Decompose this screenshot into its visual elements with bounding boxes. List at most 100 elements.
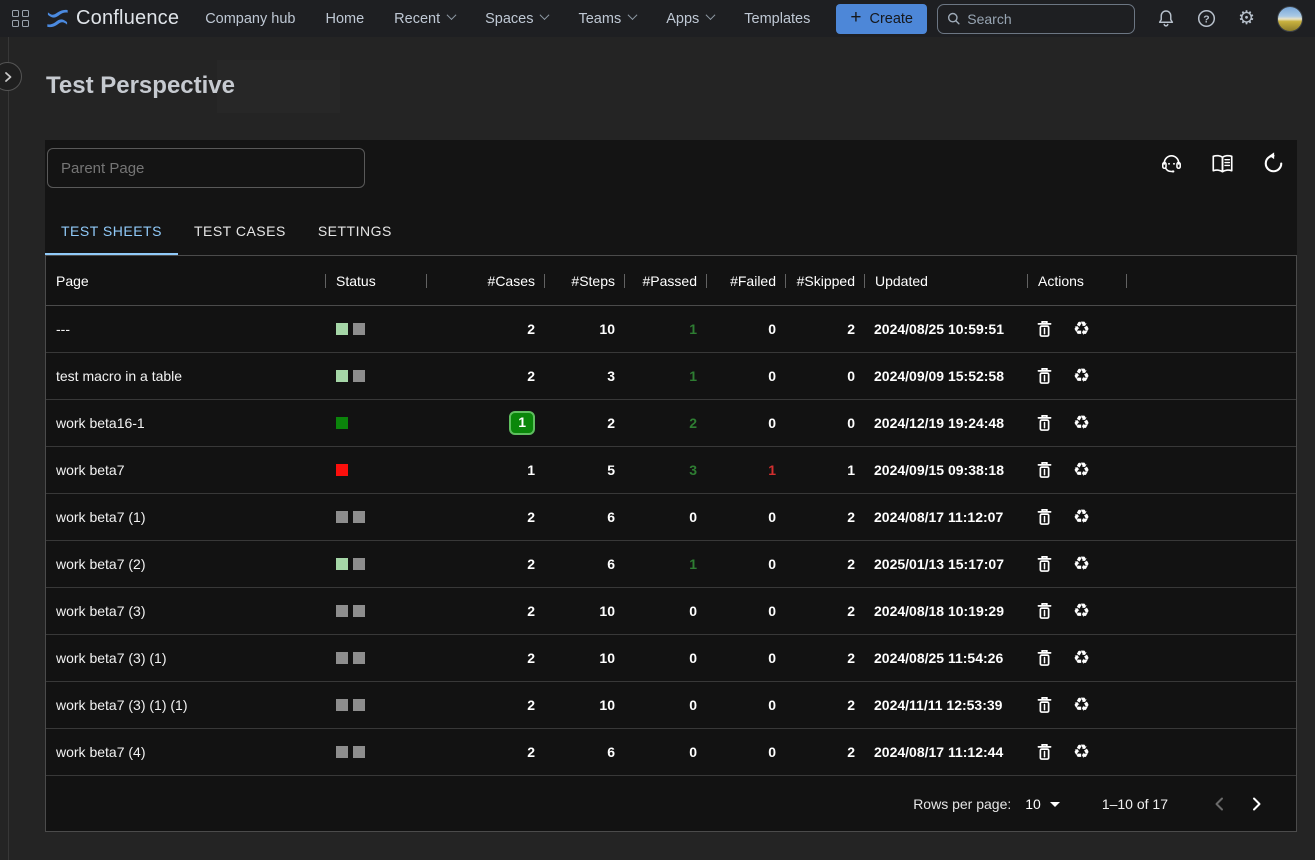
column-header-steps[interactable]: #Steps (545, 273, 625, 289)
previous-page-button[interactable] (1202, 786, 1238, 822)
table-row[interactable]: work beta7 (3) (1)2100022024/08/25 11:54… (46, 635, 1296, 682)
delete-button[interactable] (1035, 694, 1054, 716)
nav-menu: Company hub Home Recent Spaces Teams App… (205, 11, 810, 27)
status-square-lightgreen-icon (336, 370, 348, 382)
recycle-button[interactable]: ♻ (1071, 600, 1092, 623)
recycle-button[interactable]: ♻ (1071, 459, 1092, 482)
table-row[interactable]: work beta7 (3)2100022024/08/18 10:19:29♻ (46, 588, 1296, 635)
passed-cell: 3 (625, 462, 707, 478)
skipped-cell: 2 (786, 744, 865, 760)
updated-cell: 2024/08/17 11:12:44 (865, 744, 1028, 760)
create-button[interactable]: + Create (836, 4, 927, 34)
column-header-skipped[interactable]: #Skipped (786, 273, 865, 289)
recycle-button[interactable]: ♻ (1071, 412, 1092, 435)
help-icon[interactable]: ? (1197, 9, 1216, 28)
recycle-button[interactable]: ♻ (1071, 741, 1092, 764)
sidebar-expand-button[interactable] (0, 62, 22, 91)
recycle-button[interactable]: ♻ (1071, 647, 1092, 670)
nav-item-spaces[interactable]: Spaces (485, 11, 548, 27)
notifications-bell-icon[interactable] (1157, 9, 1175, 28)
delete-button[interactable] (1035, 553, 1054, 575)
updated-cell: 2024/11/11 12:53:39 (865, 697, 1028, 713)
cases-cell: 2 (427, 697, 545, 713)
delete-button[interactable] (1035, 741, 1054, 763)
next-page-button[interactable] (1238, 786, 1274, 822)
delete-button[interactable] (1035, 459, 1054, 481)
recycle-button[interactable]: ♻ (1071, 318, 1092, 341)
delete-button[interactable] (1035, 318, 1054, 340)
search-box[interactable] (937, 4, 1135, 34)
recycle-button[interactable]: ♻ (1071, 553, 1092, 576)
nav-item-home[interactable]: Home (325, 11, 364, 27)
column-header-cases[interactable]: #Cases (427, 273, 545, 289)
actions-cell: ♻ (1028, 318, 1127, 341)
delete-trash-icon (1037, 696, 1052, 714)
settings-gear-icon[interactable]: ⚙ (1238, 9, 1255, 28)
skipped-cell: 2 (786, 603, 865, 619)
delete-trash-icon (1037, 649, 1052, 667)
tab-settings[interactable]: SETTINGS (302, 207, 408, 255)
status-cell (326, 370, 427, 382)
logo-text: Confluence (76, 7, 179, 30)
failed-cell: 1 (707, 462, 786, 478)
status-square-gray-icon (353, 605, 365, 617)
panel-toolbar-icons (1160, 152, 1285, 175)
nav-item-templates[interactable]: Templates (744, 11, 810, 27)
svg-text:?: ? (1203, 14, 1209, 25)
column-header-failed[interactable]: #Failed (707, 273, 786, 289)
rows-per-page-label: Rows per page: (913, 796, 1011, 812)
rows-per-page-select[interactable]: 10 (1025, 796, 1060, 812)
delete-button[interactable] (1035, 412, 1054, 434)
skipped-cell: 1 (786, 462, 865, 478)
status-square-gray-icon (336, 652, 348, 664)
delete-button[interactable] (1035, 600, 1054, 622)
status-cell (326, 605, 427, 617)
table-row[interactable]: work beta7 (4)260022024/08/17 11:12:44♻ (46, 729, 1296, 776)
documentation-book-icon[interactable] (1210, 153, 1235, 175)
user-avatar[interactable] (1277, 6, 1303, 32)
table-row[interactable]: work beta16-1122002024/12/19 19:24:48♻ (46, 400, 1296, 447)
recycle-button[interactable]: ♻ (1071, 694, 1092, 717)
skipped-cell: 2 (786, 556, 865, 572)
failed-cell: 0 (707, 603, 786, 619)
table-row[interactable]: work beta7153112024/09/15 09:38:18♻ (46, 447, 1296, 494)
support-agent-icon[interactable] (1160, 152, 1183, 175)
column-header-updated[interactable]: Updated (865, 273, 1028, 289)
app-switcher-icon[interactable] (12, 10, 30, 28)
recycle-button[interactable]: ♻ (1071, 506, 1092, 529)
column-header-actions[interactable]: Actions (1028, 273, 1127, 289)
delete-button[interactable] (1035, 506, 1054, 528)
page-name-cell: work beta7 (4) (46, 744, 326, 760)
passed-cell: 0 (625, 509, 707, 525)
passed-cell: 0 (625, 603, 707, 619)
confluence-logo[interactable]: Confluence (46, 7, 179, 30)
table-row[interactable]: work beta7 (2)261022025/01/13 15:17:07♻ (46, 541, 1296, 588)
passed-cell: 0 (625, 744, 707, 760)
delete-button[interactable] (1035, 647, 1054, 669)
nav-item-teams[interactable]: Teams (578, 11, 636, 27)
refresh-icon[interactable] (1262, 152, 1285, 175)
recycle-button[interactable]: ♻ (1071, 365, 1092, 388)
delete-trash-icon (1037, 414, 1052, 432)
tab-test-sheets[interactable]: TEST SHEETS (45, 207, 178, 255)
nav-item-company-hub[interactable]: Company hub (205, 11, 295, 27)
column-header-page[interactable]: Page (46, 273, 326, 289)
nav-item-recent[interactable]: Recent (394, 11, 455, 27)
search-input[interactable] (967, 11, 1125, 27)
delete-button[interactable] (1035, 365, 1054, 387)
nav-item-apps[interactable]: Apps (666, 11, 714, 27)
dropdown-caret-icon (1050, 802, 1060, 807)
table-row[interactable]: test macro in a table231002024/09/09 15:… (46, 353, 1296, 400)
column-header-passed[interactable]: #Passed (625, 273, 707, 289)
cases-cell: 2 (427, 650, 545, 666)
tab-test-cases[interactable]: TEST CASES (178, 207, 302, 255)
column-header-status[interactable]: Status (326, 273, 427, 289)
parent-page-input[interactable] (47, 148, 365, 188)
page-name-cell: work beta7 (2) (46, 556, 326, 572)
table-row[interactable]: work beta7 (1)260022024/08/17 11:12:07♻ (46, 494, 1296, 541)
status-square-gray-icon (353, 558, 365, 570)
table-row[interactable]: work beta7 (3) (1) (1)2100022024/11/11 1… (46, 682, 1296, 729)
steps-cell: 6 (545, 509, 625, 525)
chevron-right-icon (2, 71, 14, 83)
table-row[interactable]: ---2101022024/08/25 10:59:51♻ (46, 306, 1296, 353)
